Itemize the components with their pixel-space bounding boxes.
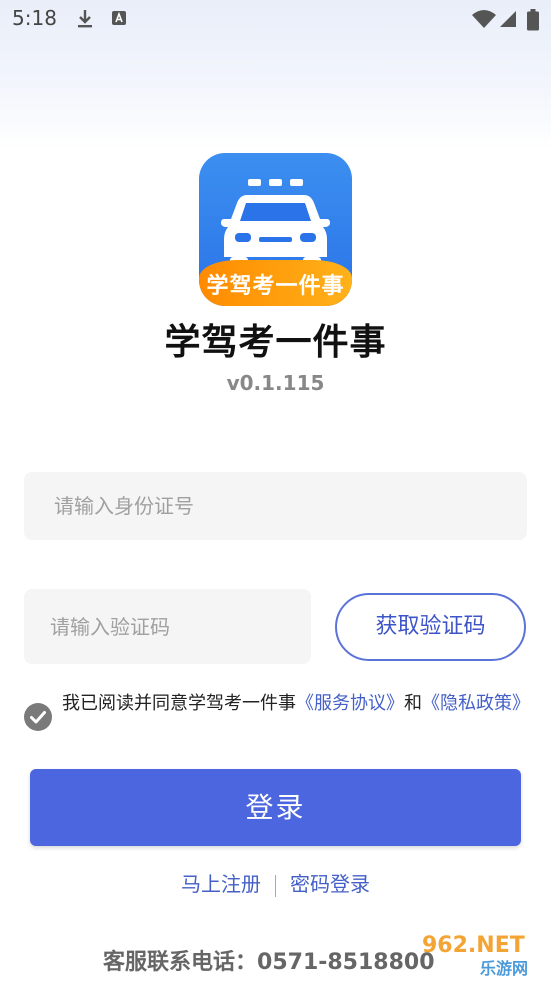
password-login-link[interactable]: 密码登录 xyxy=(290,872,370,896)
register-link[interactable]: 马上注册 xyxy=(181,872,261,896)
agreement-and: 和 xyxy=(404,693,422,714)
signal-icon xyxy=(500,11,516,27)
check-icon xyxy=(30,711,46,724)
bottom-links: 马上注册 密码登录 xyxy=(0,868,551,897)
support-number: 0571-8518800 xyxy=(257,950,435,975)
privacy-policy-link[interactable]: 《隐私政策》 xyxy=(422,693,530,714)
app-version: v0.1.115 xyxy=(226,371,325,395)
notification-a-icon xyxy=(112,11,126,25)
login-button[interactable]: 登录 xyxy=(30,769,521,846)
app-logo-banner-text: 学驾考一件事 xyxy=(206,274,345,299)
agreement-prefix: 我已阅读并同意学驾考一件事 xyxy=(62,693,296,714)
app-logo: 学驾考一件事 xyxy=(199,153,352,306)
battery-icon xyxy=(527,9,539,31)
verification-code-input[interactable] xyxy=(24,589,311,664)
agreement-text: 我已阅读并同意学驾考一件事《服务协议》和《隐私政策》 xyxy=(62,690,532,717)
status-bar: 5:18 xyxy=(0,0,551,38)
wifi-icon xyxy=(472,10,496,28)
status-time: 5:18 xyxy=(12,6,57,30)
watermark-logo: 962.NET 乐游网 xyxy=(422,933,528,978)
agreement-checkbox[interactable] xyxy=(24,703,52,731)
id-number-input[interactable] xyxy=(24,472,527,540)
app-title: 学驾考一件事 xyxy=(164,322,387,363)
get-code-button[interactable]: 获取验证码 xyxy=(335,593,526,661)
service-agreement-link[interactable]: 《服务协议》 xyxy=(296,693,404,714)
watermark-text-top: 962.NET xyxy=(422,933,525,958)
watermark-text-bottom: 乐游网 xyxy=(480,959,528,978)
support-phone: 客服联系电话：0571-8518800 xyxy=(103,944,435,976)
support-label: 客服联系电话： xyxy=(103,950,258,975)
download-icon xyxy=(78,10,92,28)
links-divider xyxy=(275,874,276,897)
